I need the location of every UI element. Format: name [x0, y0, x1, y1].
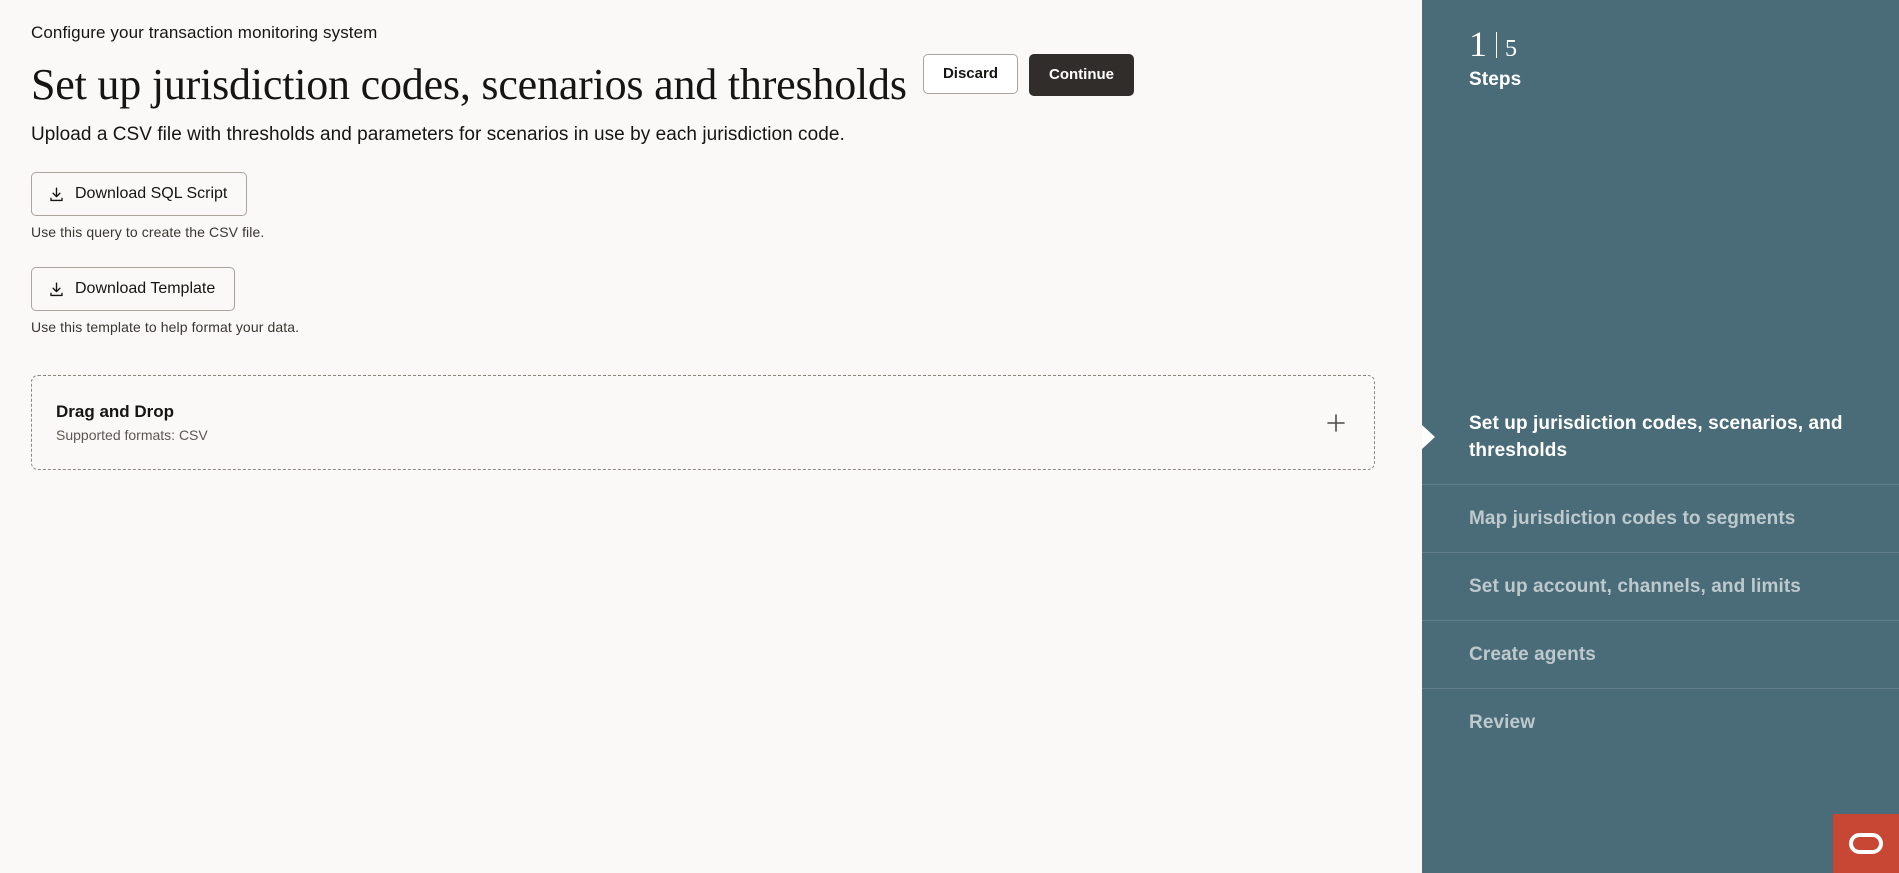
step-label: Map jurisdiction codes to segments [1469, 508, 1796, 529]
download-template-button[interactable]: Download Template [31, 267, 236, 311]
sidebar-step-account-channels-limits[interactable]: Set up account, channels, and limits [1422, 552, 1899, 620]
page-title: Set up jurisdiction codes, scenarios and… [31, 60, 907, 109]
download-template-label: Download Template [75, 280, 216, 297]
page-subtitle: Upload a CSV file with thresholds and pa… [31, 124, 845, 145]
download-sql-script-label: Download SQL Script [75, 185, 228, 202]
download-icon [48, 186, 65, 203]
sidebar-step-create-agents[interactable]: Create agents [1422, 620, 1899, 688]
download-template-helper: Use this template to help format your da… [31, 319, 300, 335]
oracle-logo-icon [1849, 833, 1883, 854]
dropzone-supported-formats: Supported formats: CSV [56, 426, 208, 443]
dropzone-text: Drag and Drop Supported formats: CSV [56, 401, 208, 445]
step-counter-total: 5 [1505, 36, 1517, 62]
chat-widget-button[interactable] [1833, 814, 1899, 873]
file-dropzone[interactable]: Drag and Drop Supported formats: CSV [31, 375, 1375, 470]
step-label: Review [1469, 712, 1536, 733]
steps-heading: Steps [1469, 69, 1522, 90]
step-label: Set up account, channels, and limits [1469, 576, 1801, 597]
steps-list: Set up jurisdiction codes, scenarios, an… [1422, 390, 1899, 756]
steps-sidebar: 1 5 Steps Set up jurisdiction codes, sce… [1422, 0, 1899, 873]
download-template-block: Download Template Use this template to h… [31, 267, 1422, 336]
step-label: Create agents [1469, 644, 1596, 665]
discard-button[interactable]: Discard [922, 54, 1018, 94]
download-sql-script-button[interactable]: Download SQL Script [31, 172, 248, 216]
download-icon [48, 281, 65, 298]
main-content: Configure your transaction monitoring sy… [0, 0, 1422, 873]
step-counter: 1 5 [1422, 24, 1899, 64]
active-step-arrow-icon [1422, 425, 1435, 449]
step-counter-separator [1496, 32, 1497, 58]
download-sql-script-helper: Use this query to create the CSV file. [31, 224, 265, 240]
sidebar-step-review[interactable]: Review [1422, 688, 1899, 756]
app-root: Configure your transaction monitoring sy… [0, 0, 1899, 873]
plus-icon[interactable] [1325, 412, 1347, 434]
continue-button[interactable]: Continue [1029, 54, 1134, 96]
breadcrumb: Configure your transaction monitoring sy… [31, 23, 378, 42]
sidebar-step-map-segments[interactable]: Map jurisdiction codes to segments [1422, 484, 1899, 552]
sidebar-step-jurisdiction-codes[interactable]: Set up jurisdiction codes, scenarios, an… [1422, 390, 1899, 484]
dropzone-title: Drag and Drop [56, 401, 175, 421]
step-counter-current: 1 [1469, 24, 1487, 64]
step-label: Set up jurisdiction codes, scenarios, an… [1469, 413, 1843, 461]
download-sql-script-block: Download SQL Script Use this query to cr… [31, 172, 1422, 241]
header-actions: Discard Continue [922, 54, 1134, 96]
